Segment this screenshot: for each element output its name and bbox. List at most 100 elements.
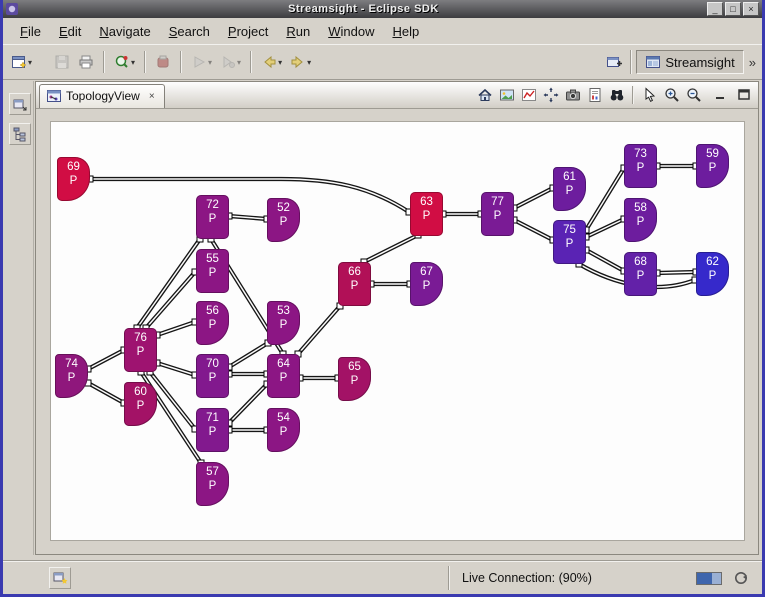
zoom-out-icon: [686, 87, 702, 103]
edge-66-67[interactable]: [368, 281, 413, 287]
menu-run[interactable]: Run: [277, 21, 319, 42]
print-button[interactable]: [75, 51, 97, 73]
picture-button[interactable]: [496, 84, 517, 105]
node-id-label: 70: [196, 358, 229, 372]
debug-button[interactable]: [152, 51, 174, 73]
run-last-button[interactable]: ▾: [188, 51, 215, 73]
restore-view-button[interactable]: [9, 93, 31, 115]
node-pe-label: P: [124, 346, 157, 360]
node-73[interactable]: 73P: [624, 144, 657, 188]
minimize-view-button[interactable]: [710, 84, 731, 105]
dropdown-arrow-icon[interactable]: ▾: [278, 58, 282, 67]
topology-canvas[interactable]: 69P74P76P60P72P55P56P70P71P57P52P53P64P5…: [50, 121, 745, 541]
perspective-overflow-chevron[interactable]: »: [749, 55, 756, 70]
edge-68-62[interactable]: [654, 269, 699, 276]
perspective-streamsight-button[interactable]: Streamsight: [636, 50, 743, 74]
titlebar[interactable]: Streamsight - Eclipse SDK _ □ ×: [3, 0, 762, 18]
maximize-view-button[interactable]: [733, 84, 754, 105]
edge-70-53[interactable]: [226, 340, 271, 370]
new-wizard-button[interactable]: ▾: [8, 51, 35, 73]
refresh-button[interactable]: [730, 567, 752, 589]
node-pe-label: P: [267, 426, 300, 440]
toolbar-sep: [103, 51, 105, 73]
camera-button[interactable]: [562, 84, 583, 105]
menu-file[interactable]: File: [11, 21, 50, 42]
close-button[interactable]: ×: [743, 2, 759, 16]
node-68[interactable]: 68P: [624, 252, 657, 296]
home-button[interactable]: [474, 84, 495, 105]
node-77[interactable]: 77P: [481, 192, 514, 236]
edge-73-59[interactable]: [654, 163, 699, 169]
dropdown-arrow-icon[interactable]: ▾: [208, 58, 212, 67]
edge-70-64[interactable]: [226, 371, 270, 377]
run-tool-button[interactable]: ▾: [111, 51, 138, 73]
tab-close-icon[interactable]: ×: [147, 91, 157, 102]
node-55[interactable]: 55P: [196, 249, 229, 293]
search-button[interactable]: [606, 84, 627, 105]
node-71[interactable]: 71P: [196, 408, 229, 452]
node-75[interactable]: 75P: [553, 220, 586, 264]
node-pe-label: P: [338, 280, 371, 294]
dropdown-arrow-icon[interactable]: ▾: [28, 58, 32, 67]
edge-74-60[interactable]: [85, 380, 127, 406]
print-icon: [78, 54, 94, 70]
node-66[interactable]: 66P: [338, 262, 371, 306]
debug-last-button[interactable]: ▾: [217, 51, 244, 73]
chart-button[interactable]: [518, 84, 539, 105]
minimize-view-icon: [713, 87, 729, 103]
menu-search[interactable]: Search: [160, 21, 219, 42]
edge-76-56[interactable]: [154, 319, 198, 338]
node-63[interactable]: 63P: [410, 192, 443, 236]
menu-project[interactable]: Project: [219, 21, 277, 42]
menu-help[interactable]: Help: [383, 21, 428, 42]
zoom-out-button[interactable]: [683, 84, 704, 105]
fit-button[interactable]: [540, 84, 561, 105]
menu-navigate[interactable]: Navigate: [90, 21, 159, 42]
maximize-button[interactable]: □: [725, 2, 741, 16]
report-icon: [587, 87, 603, 103]
node-70[interactable]: 70P: [196, 354, 229, 398]
open-perspective-button[interactable]: [603, 51, 625, 73]
report-button[interactable]: [584, 84, 605, 105]
menu-window[interactable]: Window: [319, 21, 383, 42]
node-pe-label: P: [696, 270, 729, 284]
node-id-label: 54: [267, 412, 300, 426]
forward-button[interactable]: ▾: [287, 51, 314, 73]
dropdown-arrow-icon[interactable]: ▾: [307, 58, 311, 67]
debug-last-icon: [220, 54, 236, 70]
edge-69-63[interactable]: [87, 176, 412, 215]
edge-77-61[interactable]: [511, 185, 556, 211]
minimize-button[interactable]: _: [707, 2, 723, 16]
view-toolbar-separator: [632, 86, 634, 104]
edge-72-52[interactable]: [226, 213, 270, 222]
outline-fastview-button[interactable]: [9, 123, 31, 145]
dropdown-arrow-icon[interactable]: ▾: [131, 58, 135, 67]
edge-64-66[interactable]: [295, 303, 343, 357]
edge-66-63[interactable]: [361, 232, 421, 265]
edge-77-75[interactable]: [511, 217, 556, 243]
edge-76-72[interactable]: [134, 236, 203, 331]
node-76[interactable]: 76P: [124, 328, 157, 372]
back-button[interactable]: ▾: [258, 51, 285, 73]
topology-view: TopologyView × 69P74P76P60P72P55P56P70P7…: [35, 81, 759, 555]
node-id-label: 73: [624, 148, 657, 162]
toolbar-sep: [144, 51, 146, 73]
node-pe-label: P: [410, 210, 443, 224]
edge-76-70[interactable]: [154, 360, 198, 378]
save-button[interactable]: [51, 51, 73, 73]
edge-63-77[interactable]: [440, 211, 484, 217]
node-64[interactable]: 64P: [267, 354, 300, 398]
eclipse-window: Streamsight - Eclipse SDK _ □ × FileEdit…: [0, 0, 765, 597]
edge-64-65[interactable]: [297, 375, 341, 381]
zoom-in-button[interactable]: [661, 84, 682, 105]
node-72[interactable]: 72P: [196, 195, 229, 239]
dropdown-arrow-icon[interactable]: ▾: [237, 58, 241, 67]
edge-71-54[interactable]: [226, 427, 270, 433]
edge-74-76[interactable]: [85, 347, 127, 372]
tab-topologyview[interactable]: TopologyView ×: [39, 84, 165, 108]
fastview-status-button[interactable]: [49, 567, 71, 589]
select-button[interactable]: [639, 84, 660, 105]
edge-71-64[interactable]: [226, 381, 270, 426]
menu-edit[interactable]: Edit: [50, 21, 90, 42]
topology-view-icon: [46, 88, 62, 104]
